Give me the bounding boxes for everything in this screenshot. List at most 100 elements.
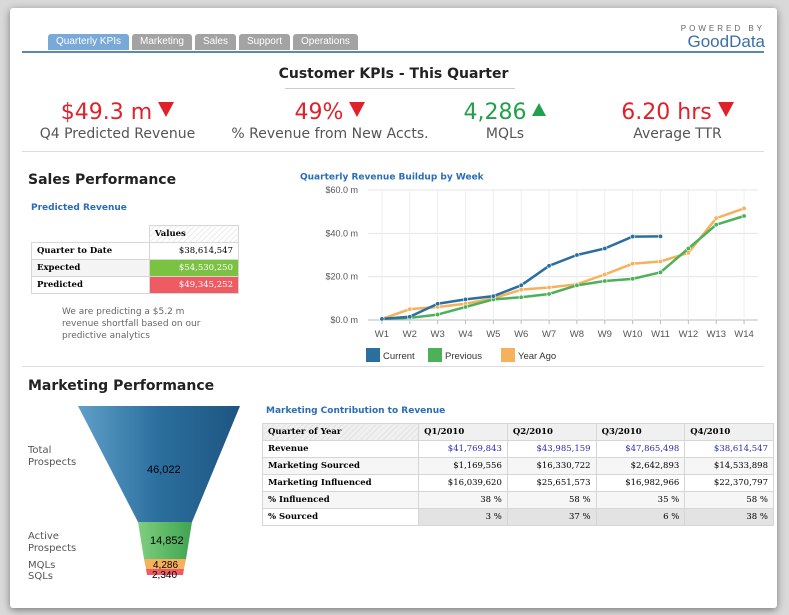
tab-quarterly-kpis[interactable]: Quarterly KPIs: [48, 34, 130, 50]
tab-operations[interactable]: Operations: [292, 34, 358, 50]
data-point[interactable]: [435, 301, 441, 307]
column-header: Q3/2010: [595, 423, 686, 441]
kpi-revenue-new-accounts: 49% % Revenue from New Accts.: [220, 101, 440, 143]
y-tick-label: $60.0 m: [325, 185, 358, 195]
legend-swatch[interactable]: [366, 348, 380, 362]
table-cell: $41,769,843: [418, 440, 508, 458]
marketing-performance-heading: Marketing Performance: [28, 378, 215, 394]
data-point[interactable]: [657, 233, 663, 239]
data-point[interactable]: [379, 316, 385, 322]
table-cell: $25,651,573: [506, 474, 597, 492]
data-point[interactable]: [546, 291, 552, 297]
data-point[interactable]: [546, 263, 552, 269]
y-axis: $0.0 m $20.0 m $40.0 m $60.0 m: [325, 185, 358, 325]
x-tick-label: W13: [706, 329, 726, 340]
data-point[interactable]: [490, 293, 496, 299]
funnel-value: 46,022: [147, 464, 181, 476]
data-point[interactable]: [713, 222, 719, 228]
table-cell: $38,614,547: [684, 440, 774, 458]
powered-by-logo[interactable]: POWERED BY GoodData: [681, 24, 765, 52]
data-point[interactable]: [630, 261, 636, 267]
divider: [22, 366, 764, 367]
data-point[interactable]: [435, 312, 441, 318]
table-cell: 58 %: [506, 491, 597, 509]
predicted-revenue-table: Values Quarter to Date $38,614,547 Expec…: [31, 225, 240, 294]
legend-swatch[interactable]: [428, 348, 442, 362]
x-tick-label: W6: [514, 329, 528, 340]
y-tick-label: $20.0 m: [325, 272, 358, 282]
column-header: Q2/2010: [506, 423, 597, 441]
table-row: % Influenced 38 % 58 % 35 % 58 %: [261, 491, 774, 509]
table-cell: 58 %: [684, 491, 774, 509]
table-cell: $2,642,893: [595, 457, 686, 475]
marketing-contribution-title: Marketing Contribution to Revenue: [266, 406, 446, 416]
table-cell: $14,533,898: [684, 457, 774, 475]
tab-underline: [22, 51, 764, 53]
x-tick-label: W4: [458, 329, 472, 340]
row-label: Predicted: [31, 276, 150, 294]
data-point[interactable]: [630, 276, 636, 282]
x-tick-label: W1: [375, 329, 389, 340]
up-arrow-icon: [532, 103, 547, 116]
data-point[interactable]: [657, 269, 663, 275]
dashboard-window: Quarterly KPIs Marketing Sales Support O…: [10, 8, 777, 608]
table-cell: 38 %: [418, 491, 508, 509]
prospect-funnel: 46,022 14,852 4,286 2,340: [78, 406, 240, 581]
tab-marketing[interactable]: Marketing: [132, 34, 192, 50]
legend-label[interactable]: Current: [383, 351, 415, 362]
table-row: Expected $54,530,250: [31, 259, 240, 277]
data-point[interactable]: [685, 246, 691, 252]
table-header-row: Quarter of Year Q1/2010 Q2/2010 Q3/2010 …: [261, 423, 774, 441]
data-point[interactable]: [518, 294, 524, 300]
kpi-value: 49%: [294, 100, 344, 125]
kpi-average-ttr: 6.20 hrs Average TTR: [590, 101, 765, 143]
data-point[interactable]: [574, 252, 580, 258]
data-point[interactable]: [463, 296, 469, 302]
table-cell: 3 %: [418, 508, 508, 526]
divider: [22, 151, 764, 152]
data-point[interactable]: [602, 272, 608, 278]
y-tick-label: $0.0 m: [330, 315, 358, 325]
row-value: $49,345,252: [148, 276, 240, 294]
tab-sales[interactable]: Sales: [194, 34, 236, 50]
data-point[interactable]: [657, 259, 663, 265]
x-tick-label: W10: [623, 329, 643, 340]
series-lines: [379, 205, 747, 322]
revenue-buildup-chart: Quarterly Revenue Buildup by Week $0.0 m…: [300, 173, 758, 362]
table-cell: 6 %: [595, 508, 686, 526]
data-point[interactable]: [741, 213, 747, 219]
data-point[interactable]: [602, 278, 608, 284]
x-tick-label: W14: [734, 329, 754, 340]
data-point[interactable]: [630, 234, 636, 240]
table-cell: $16,039,620: [418, 474, 508, 492]
data-point[interactable]: [407, 306, 413, 312]
data-point[interactable]: [741, 205, 747, 211]
y-tick-label: $40.0 m: [325, 228, 358, 238]
row-label: Quarter to Date: [31, 242, 150, 260]
chart-legend[interactable]: Current Previous Year Ago: [366, 348, 556, 362]
prediction-note: We are predicting a $5.2 m revenue short…: [62, 307, 201, 341]
funnel-label: SQLs: [28, 571, 53, 582]
kpi-label: MQLs: [485, 126, 525, 142]
data-point[interactable]: [518, 282, 524, 288]
legend-label[interactable]: Year Ago: [518, 351, 556, 362]
grid: [368, 189, 758, 321]
tab-support[interactable]: Support: [238, 34, 290, 50]
data-point[interactable]: [602, 246, 608, 252]
predicted-revenue-title: Predicted Revenue: [31, 203, 127, 213]
data-point[interactable]: [463, 304, 469, 310]
legend-label[interactable]: Previous: [445, 351, 482, 362]
data-point[interactable]: [713, 215, 719, 221]
row-label: Marketing Influenced: [261, 474, 420, 492]
legend-swatch[interactable]: [501, 348, 515, 362]
row-label: Marketing Sourced: [261, 457, 420, 475]
data-point[interactable]: [546, 285, 552, 291]
funnel-label: MQLs: [28, 560, 56, 571]
funnel-value: 2,340: [152, 570, 177, 581]
data-point[interactable]: [518, 287, 524, 293]
table-cell: 37 %: [506, 508, 597, 526]
data-point[interactable]: [407, 314, 413, 320]
kpi-label: % Revenue from New Accts.: [231, 126, 429, 142]
funnel-label: Active Prospects: [28, 531, 77, 554]
data-point[interactable]: [574, 282, 580, 288]
